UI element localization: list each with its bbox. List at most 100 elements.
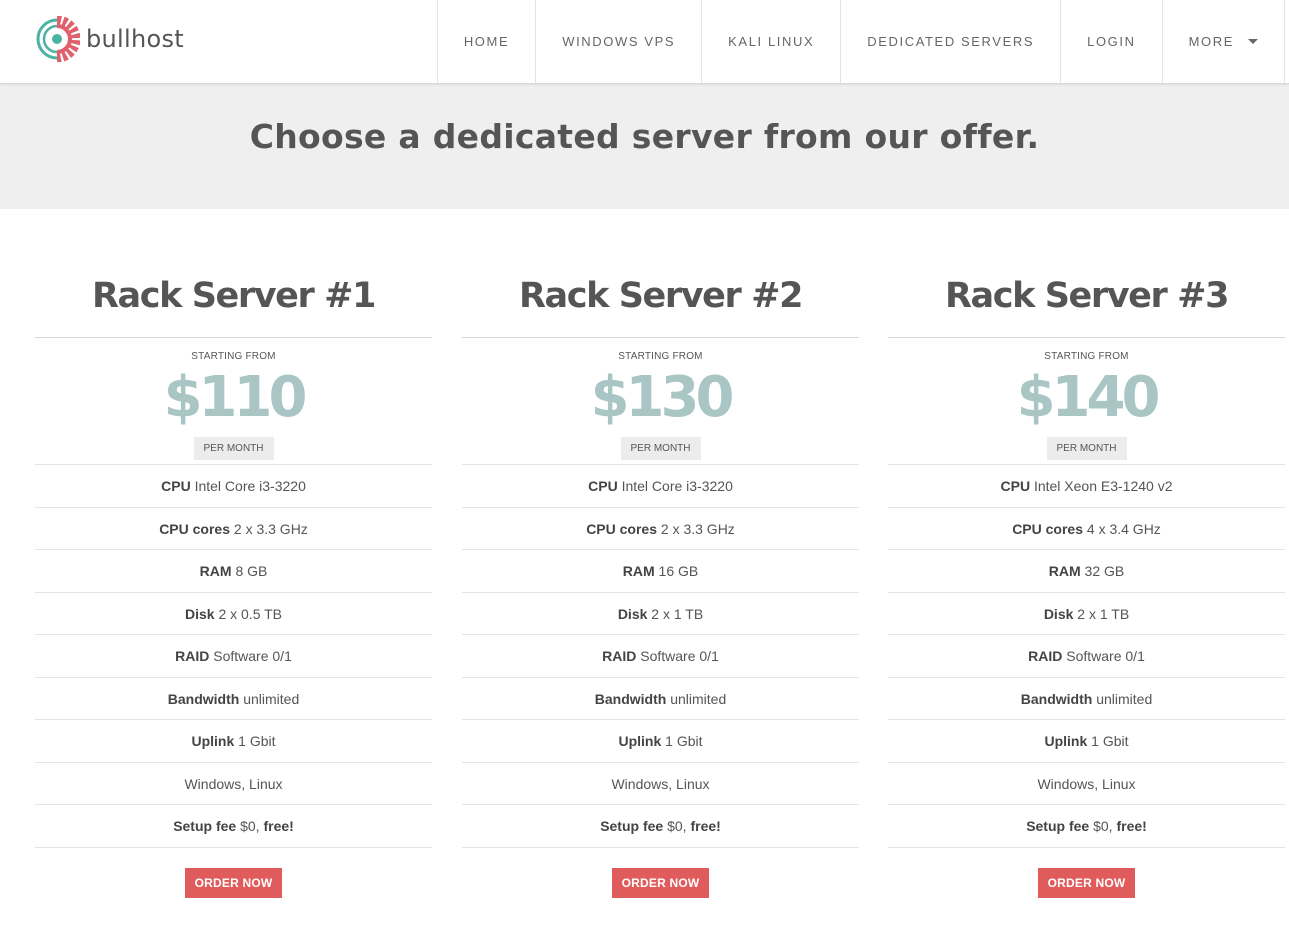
price-box: STARTING FROM $130 PER MONTH	[462, 338, 859, 465]
plan-card: Rack Server #2 STARTING FROM $130 PER MO…	[462, 275, 859, 898]
spec-value: Windows, Linux	[611, 775, 710, 792]
spec-label: Disk	[184, 605, 215, 622]
spec-row: Disk 2 x 1 TB	[462, 593, 859, 635]
spec-row: CPU cores 4 x 3.4 GHz	[888, 508, 1285, 550]
plan-price: $130	[590, 365, 735, 430]
nav-windows-vps[interactable]: WINDOWS VPS	[535, 0, 701, 83]
plan-price: $110	[163, 365, 308, 430]
order-wrap: ORDER NOW	[35, 848, 432, 898]
spec-value: Software 0/1	[640, 648, 719, 664]
spec-row: CPU Intel Core i3-3220	[462, 465, 859, 508]
order-now-button[interactable]: ORDER NOW	[611, 867, 710, 898]
spec-value: 1 Gbit	[238, 733, 276, 749]
spec-value: Windows, Linux	[184, 775, 283, 792]
spec-label: Bandwidth	[1020, 690, 1093, 707]
spec-label: RAM	[622, 563, 655, 579]
order-now-button[interactable]: ORDER NOW	[1037, 867, 1136, 898]
spec-label: Uplink	[191, 733, 235, 749]
spec-label: CPU	[1000, 478, 1031, 494]
spec-label: Setup fee	[1026, 818, 1090, 834]
spec-label: RAID	[602, 648, 637, 664]
per-month-label: PER MONTH	[1046, 437, 1127, 460]
spec-label: Setup fee	[600, 818, 664, 834]
order-wrap: ORDER NOW	[888, 848, 1285, 898]
spec-label: RAM	[199, 563, 232, 579]
spec-label: CPU cores	[1012, 520, 1083, 537]
plan-title: Rack Server #1	[35, 275, 432, 338]
spec-row: Bandwidth unlimited	[888, 678, 1285, 720]
plan-card: Rack Server #3 STARTING FROM $140 PER MO…	[888, 275, 1285, 898]
per-month-label: PER MONTH	[193, 437, 274, 460]
spec-row: CPU cores 2 x 3.3 GHz	[462, 508, 859, 550]
spec-row: RAID Software 0/1	[35, 635, 432, 678]
spec-row: CPU Intel Core i3-3220	[35, 465, 432, 508]
spec-value: 2 x 3.3 GHz	[660, 520, 735, 537]
per-month-label: PER MONTH	[620, 437, 701, 460]
page-title: Choose a dedicated server from our offer…	[249, 117, 1040, 156]
nav-kali-linux[interactable]: KALI LINUX	[701, 0, 840, 83]
spec-value: 16 GB	[658, 563, 699, 579]
spec-row: Disk 2 x 1 TB	[888, 593, 1285, 635]
price-box: STARTING FROM $140 PER MONTH	[888, 338, 1285, 465]
spec-label: RAM	[1048, 563, 1081, 579]
starting-from-label: STARTING FROM	[618, 351, 703, 362]
spec-label: Bandwidth	[594, 690, 667, 707]
spec-value: Software 0/1	[1066, 648, 1145, 664]
spec-row: RAM 8 GB	[35, 550, 432, 593]
spec-row: Bandwidth unlimited	[35, 678, 432, 720]
brand-logo[interactable]: bullhost	[34, 16, 184, 62]
spec-value: 1 Gbit	[1091, 733, 1129, 749]
spec-row: RAM 32 GB	[888, 550, 1285, 593]
spec-value: unlimited	[670, 690, 727, 707]
spec-label: CPU cores	[586, 520, 657, 537]
starting-from-label: STARTING FROM	[1044, 351, 1129, 362]
spec-value: 4 x 3.4 GHz	[1086, 520, 1161, 537]
spec-row: Disk 2 x 0.5 TB	[35, 593, 432, 635]
spec-label: Disk	[617, 605, 648, 622]
spec-row: Uplink 1 Gbit	[35, 720, 432, 763]
spec-row: CPU cores 2 x 3.3 GHz	[35, 508, 432, 550]
plan-title: Rack Server #2	[462, 275, 859, 338]
spec-label: CPU cores	[159, 520, 230, 537]
spec-label: Uplink	[1044, 733, 1088, 749]
spec-value: $0,	[1093, 818, 1113, 834]
spec-row: Windows, Linux	[462, 763, 859, 805]
spec-label: RAID	[175, 648, 210, 664]
nav-more[interactable]: MORE	[1161, 0, 1285, 83]
spec-value: $0,	[667, 818, 687, 834]
spec-label: CPU	[161, 478, 191, 494]
starting-from-label: STARTING FROM	[191, 351, 276, 362]
nav-more-label: MORE	[1188, 34, 1234, 49]
spec-value: Intel Core i3-3220	[194, 478, 306, 494]
spec-extra: free!	[1116, 818, 1147, 834]
hero-banner: Choose a dedicated server from our offer…	[0, 84, 1289, 209]
order-now-button[interactable]: ORDER NOW	[184, 867, 283, 898]
spec-row: RAID Software 0/1	[462, 635, 859, 678]
plan-card: Rack Server #1 STARTING FROM $110 PER MO…	[35, 275, 432, 898]
spec-label: Bandwidth	[167, 690, 240, 707]
spec-row: RAID Software 0/1	[888, 635, 1285, 678]
site-header: bullhost HOME WINDOWS VPS KALI LINUX DED…	[0, 0, 1289, 84]
spec-value: 2 x 1 TB	[651, 605, 704, 622]
spec-row: Uplink 1 Gbit	[888, 720, 1285, 763]
brand-name: bullhost	[86, 25, 184, 53]
spec-row: Bandwidth unlimited	[462, 678, 859, 720]
spec-value: 2 x 1 TB	[1077, 605, 1130, 622]
nav-login[interactable]: LOGIN	[1060, 0, 1161, 83]
spec-value: Software 0/1	[213, 648, 292, 664]
plan-price: $140	[1016, 365, 1161, 430]
spec-extra: free!	[690, 818, 721, 834]
nav-home[interactable]: HOME	[436, 0, 535, 83]
spec-value: 32 GB	[1084, 563, 1125, 579]
spec-label: RAID	[1028, 648, 1063, 664]
plan-title: Rack Server #3	[888, 275, 1285, 338]
spec-row: RAM 16 GB	[462, 550, 859, 593]
spec-value: 2 x 0.5 TB	[218, 605, 283, 622]
spec-row: Windows, Linux	[888, 763, 1285, 805]
spec-value: 1 Gbit	[665, 733, 703, 749]
nav-dedicated-servers[interactable]: DEDICATED SERVERS	[840, 0, 1060, 83]
spec-extra: free!	[263, 818, 294, 834]
spec-row: Windows, Linux	[35, 763, 432, 805]
spec-row: Setup fee $0, free!	[888, 805, 1285, 848]
spec-label: Disk	[1043, 605, 1074, 622]
